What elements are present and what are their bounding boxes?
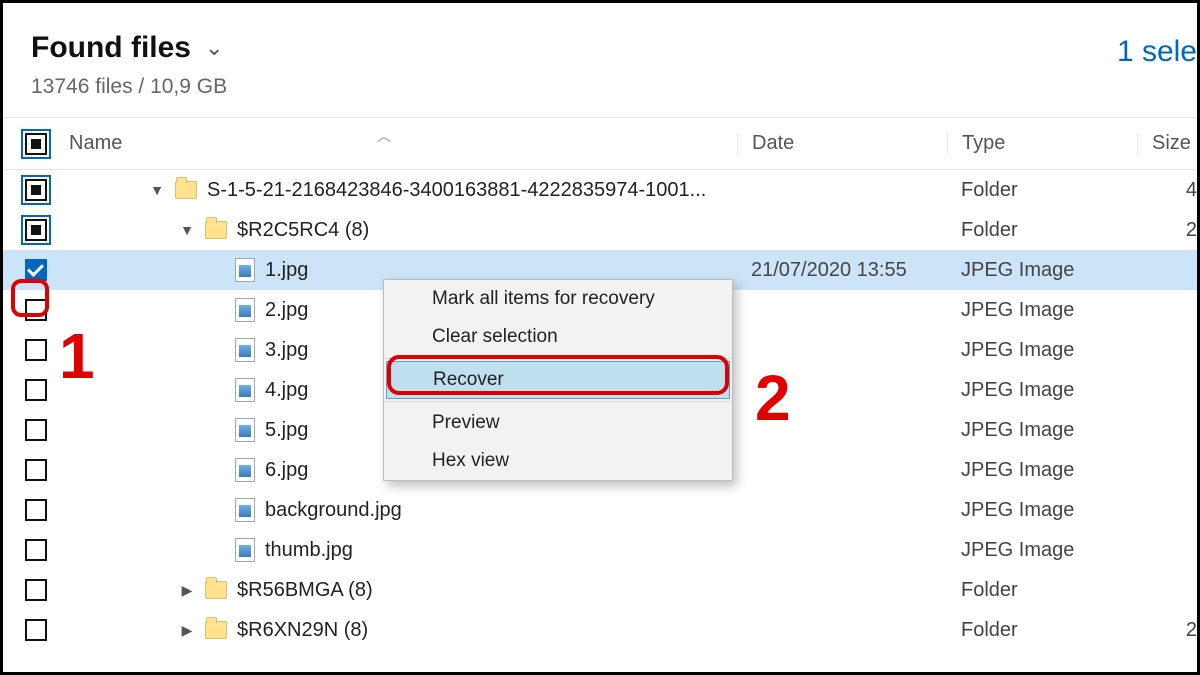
file-name: $R6XN29N (8): [237, 619, 368, 642]
file-type: JPEG Image: [947, 299, 1137, 322]
file-type: JPEG Image: [947, 499, 1137, 522]
table-row[interactable]: thumb.jpg JPEG Image: [3, 530, 1197, 570]
image-file-icon: [235, 258, 255, 282]
file-name: 3.jpg: [265, 339, 308, 362]
sort-caret-icon: ︿: [377, 126, 391, 146]
file-type: JPEG Image: [947, 459, 1137, 482]
column-headers: Name︿ Date Type Size: [3, 118, 1197, 170]
file-name: thumb.jpg: [265, 539, 353, 562]
image-file-icon: [235, 338, 255, 362]
file-name: 6.jpg: [265, 459, 308, 482]
row-checkbox[interactable]: [25, 619, 47, 641]
row-checkbox[interactable]: [25, 259, 47, 281]
context-menu-item[interactable]: Mark all items for recovery: [384, 280, 732, 318]
expand-toggle-icon[interactable]: ▼: [149, 182, 165, 198]
file-date: 21/07/2020 13:55: [737, 259, 947, 282]
image-file-icon: [235, 538, 255, 562]
expand-toggle-icon[interactable]: ▼: [179, 222, 195, 238]
file-type: JPEG Image: [947, 539, 1137, 562]
row-checkbox[interactable]: [25, 299, 47, 321]
file-count-summary: 13746 files / 10,9 GB: [31, 75, 1197, 99]
file-name: background.jpg: [265, 499, 402, 522]
folder-icon: [175, 181, 197, 199]
column-date[interactable]: Date: [737, 132, 947, 155]
selection-count: 1 sele: [1117, 35, 1197, 69]
chevron-down-icon[interactable]: ⌄: [205, 35, 223, 61]
expand-toggle-icon[interactable]: ▶: [179, 582, 195, 599]
file-type: JPEG Image: [947, 259, 1137, 282]
table-row[interactable]: ▶ $R56BMGA (8) Folder: [3, 570, 1197, 610]
row-checkbox[interactable]: [25, 459, 47, 481]
image-file-icon: [235, 418, 255, 442]
row-checkbox[interactable]: [25, 339, 47, 361]
file-size: 2: [1137, 219, 1197, 242]
file-size: 2: [1137, 619, 1197, 642]
file-name: 5.jpg: [265, 419, 308, 442]
row-checkbox[interactable]: [25, 219, 47, 241]
folder-icon: [205, 581, 227, 599]
table-row[interactable]: background.jpg JPEG Image: [3, 490, 1197, 530]
folder-icon: [205, 221, 227, 239]
image-file-icon: [235, 378, 255, 402]
file-name: $R2C5RC4 (8): [237, 219, 369, 242]
image-file-icon: [235, 298, 255, 322]
row-checkbox[interactable]: [25, 539, 47, 561]
page-title[interactable]: Found files: [31, 31, 191, 65]
context-menu-item[interactable]: Clear selection: [384, 318, 732, 356]
expand-toggle-icon[interactable]: ▶: [179, 622, 195, 639]
file-name: 4.jpg: [265, 379, 308, 402]
row-checkbox[interactable]: [25, 419, 47, 441]
file-type: Folder: [947, 179, 1137, 202]
header: Found files ⌄ 13746 files / 10,9 GB 1 se…: [3, 3, 1197, 118]
image-file-icon: [235, 498, 255, 522]
file-size: 4: [1137, 179, 1197, 202]
file-type: JPEG Image: [947, 339, 1137, 362]
row-checkbox[interactable]: [25, 379, 47, 401]
file-type: JPEG Image: [947, 379, 1137, 402]
file-name: $R56BMGA (8): [237, 579, 373, 602]
row-checkbox[interactable]: [25, 499, 47, 521]
row-checkbox[interactable]: [25, 179, 47, 201]
table-row[interactable]: ▼ $R2C5RC4 (8) Folder2: [3, 210, 1197, 250]
select-all-checkbox[interactable]: [15, 133, 57, 155]
file-type: Folder: [947, 579, 1137, 602]
row-checkbox[interactable]: [25, 579, 47, 601]
image-file-icon: [235, 458, 255, 482]
context-menu: Mark all items for recoveryClear selecti…: [383, 279, 733, 481]
file-type: JPEG Image: [947, 419, 1137, 442]
file-name: S-1-5-21-2168423846-3400163881-422283597…: [207, 179, 706, 202]
file-type: Folder: [947, 619, 1137, 642]
column-type[interactable]: Type: [947, 132, 1137, 155]
column-name[interactable]: Name︿: [57, 132, 737, 155]
file-type: Folder: [947, 219, 1137, 242]
context-menu-item[interactable]: Hex view: [384, 442, 732, 480]
context-menu-item[interactable]: Preview: [384, 404, 732, 442]
table-row[interactable]: ▶ $R6XN29N (8) Folder2: [3, 610, 1197, 650]
file-name: 1.jpg: [265, 259, 308, 282]
file-name: 2.jpg: [265, 299, 308, 322]
column-size[interactable]: Size: [1137, 132, 1197, 155]
folder-icon: [205, 621, 227, 639]
context-menu-item[interactable]: Recover: [386, 361, 730, 399]
table-row[interactable]: ▼ S-1-5-21-2168423846-3400163881-42228359…: [3, 170, 1197, 210]
